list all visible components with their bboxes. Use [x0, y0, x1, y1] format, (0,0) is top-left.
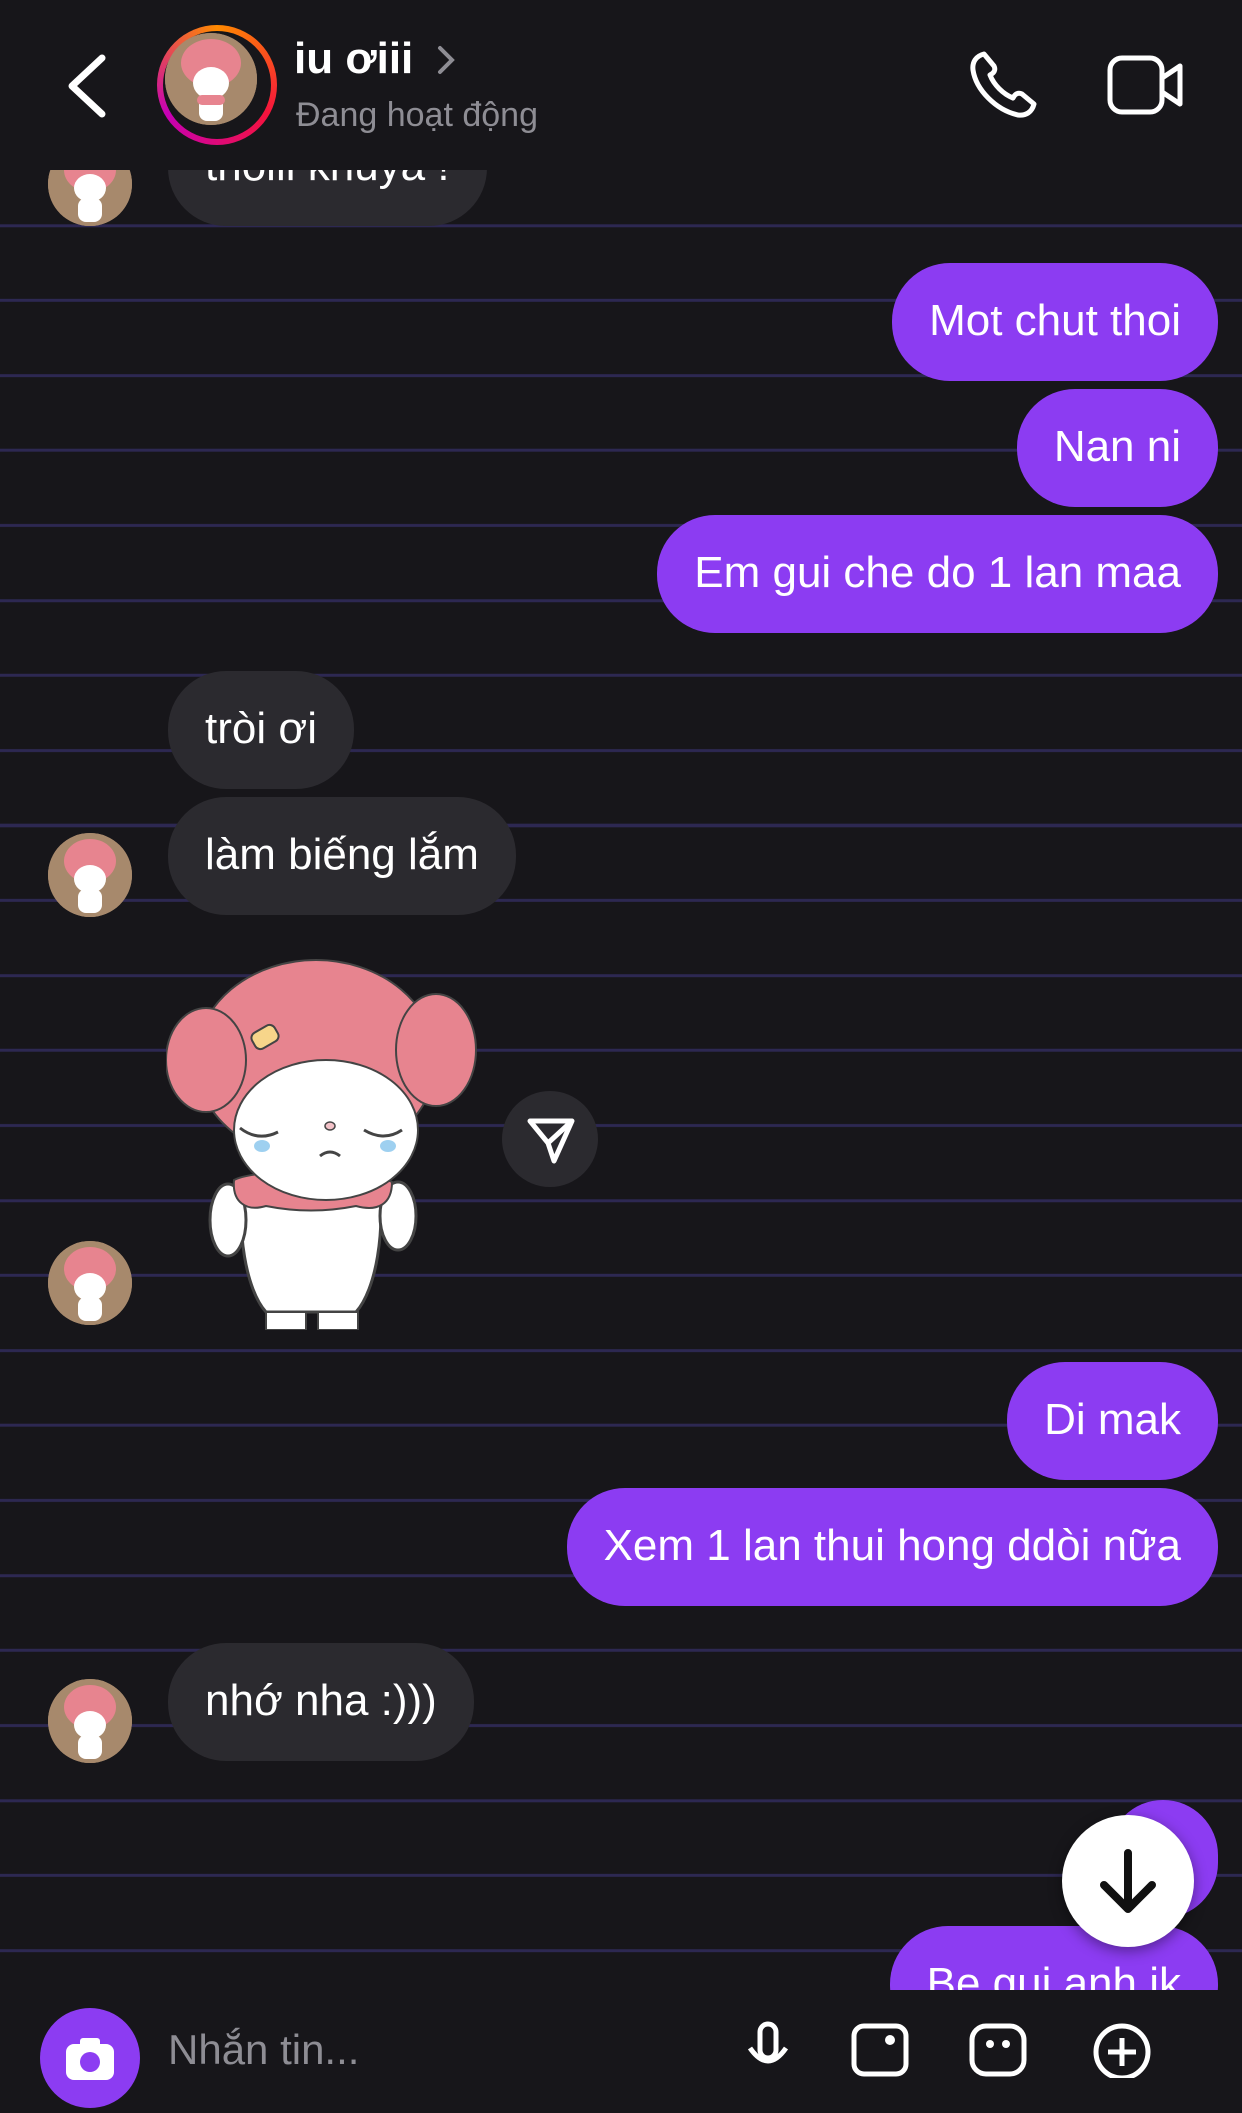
chevron-right-icon — [430, 40, 460, 80]
mic-button[interactable] — [738, 2018, 798, 2078]
camera-button[interactable] — [40, 2008, 140, 2108]
sender-avatar[interactable] — [48, 1679, 132, 1763]
message-sent[interactable]: Nan ni — [1016, 389, 1218, 507]
sticker-button[interactable] — [968, 2018, 1028, 2078]
camera-icon — [66, 2038, 114, 2080]
gallery-icon — [851, 2023, 909, 2077]
active-status: Đang hoạt động — [296, 96, 538, 134]
message-sent[interactable]: Di mak — [1007, 1362, 1218, 1480]
back-button[interactable] — [58, 48, 118, 124]
plus-button[interactable] — [1092, 2018, 1152, 2081]
message-sent[interactable]: Mot chut thoi — [892, 263, 1218, 381]
video-icon — [1107, 55, 1183, 115]
sticker-message[interactable] — [165, 950, 482, 1331]
plus-icon — [1093, 2023, 1151, 2081]
message-received[interactable]: tròi ơi — [168, 671, 354, 789]
chat-header: iu ơiii Đang hoạt động — [0, 0, 1242, 170]
back-icon — [68, 54, 106, 118]
message-sent[interactable]: Em gui che do 1 lan maa — [657, 515, 1218, 633]
arrow-down-icon — [1100, 1849, 1156, 1913]
video-call-button[interactable] — [1106, 52, 1186, 118]
share-icon — [527, 1118, 575, 1164]
message-input[interactable]: Nhắn tin... — [168, 2026, 359, 2074]
contact-name[interactable]: iu ơiii — [294, 34, 413, 84]
scroll-to-bottom-button[interactable] — [1062, 1815, 1194, 1947]
sender-avatar[interactable] — [48, 833, 132, 917]
gallery-button[interactable] — [850, 2018, 910, 2078]
phone-icon — [970, 51, 1037, 118]
contact-avatar[interactable] — [157, 25, 277, 145]
message-sent[interactable]: Xem 1 lan thui hong ddòi nữa — [566, 1488, 1218, 1606]
share-button[interactable] — [502, 1091, 598, 1187]
message-received[interactable]: làm biếng lắm — [168, 797, 516, 915]
sticker-icon — [969, 2023, 1027, 2077]
mic-icon — [747, 2021, 789, 2064]
voice-call-button[interactable] — [966, 48, 1040, 122]
message-received[interactable]: nhớ nha :))) — [168, 1643, 474, 1761]
sender-avatar[interactable] — [48, 1241, 132, 1325]
avatar-image — [165, 33, 257, 125]
